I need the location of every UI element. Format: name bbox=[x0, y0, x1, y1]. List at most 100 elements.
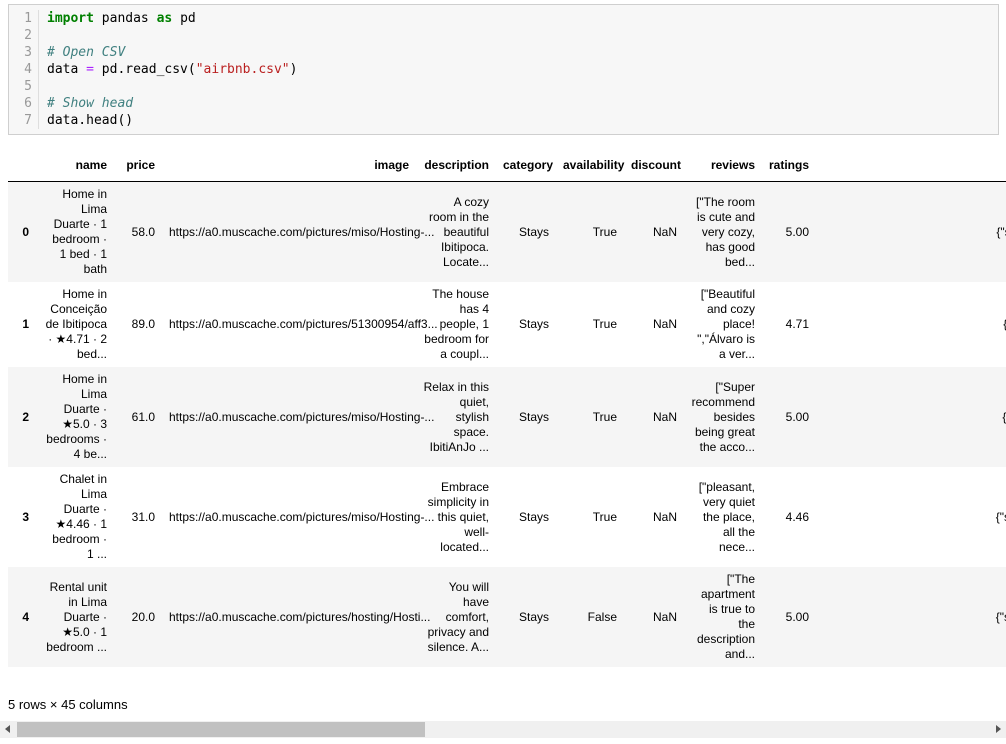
cell-seller: {"seller_id":"418191044","url":"htt bbox=[816, 467, 1006, 567]
code-token: ) bbox=[290, 62, 298, 77]
scroll-left-arrow-icon[interactable] bbox=[5, 725, 10, 733]
column-header-category: category bbox=[496, 152, 556, 182]
column-header-reviews: reviews bbox=[684, 152, 762, 182]
column-header-seller bbox=[816, 152, 1006, 182]
cell-name: Home in Conceição de Ibitipoca · ★4.71 ·… bbox=[36, 282, 114, 367]
cell-availability: True bbox=[556, 367, 624, 467]
header-row: name price image description category av… bbox=[8, 152, 1006, 182]
cell-reviews: ["Beautiful and cozy place! ","Álvaro is… bbox=[684, 282, 762, 367]
code-text bbox=[39, 78, 47, 95]
cell-discount: NaN bbox=[624, 367, 684, 467]
code-text: import pandas as pd bbox=[39, 10, 196, 27]
cell-availability: True bbox=[556, 282, 624, 367]
notebook-page: 1 import pandas as pd 2 3 # Open CSV 4 d… bbox=[0, 0, 1006, 744]
code-line: 5 bbox=[9, 78, 998, 95]
table-row: 2 Home in Lima Duarte · ★5.0 · 3 bedroom… bbox=[8, 367, 1006, 467]
column-header-price: price bbox=[114, 152, 162, 182]
cell-category: Stays bbox=[496, 567, 556, 667]
cell-ratings: 4.71 bbox=[762, 282, 816, 367]
code-line: 1 import pandas as pd bbox=[9, 10, 998, 27]
column-header-ratings: ratings bbox=[762, 152, 816, 182]
cell-reviews: ["pleasant, very quiet the place, all th… bbox=[684, 467, 762, 567]
cell-discount: NaN bbox=[624, 282, 684, 367]
cell-image: https://a0.muscache.com/pictures/5130095… bbox=[162, 282, 416, 367]
column-header-discount: discount bbox=[624, 152, 684, 182]
cell-seller: {"seller_id":"163849595","url":"htt bbox=[816, 567, 1006, 667]
cell-price: 20.0 bbox=[114, 567, 162, 667]
code-text: data = pd.read_csv("airbnb.csv") bbox=[39, 61, 297, 78]
cell-seller: {"seller_id":"21165970","url":"htt bbox=[816, 282, 1006, 367]
line-number: 4 bbox=[9, 61, 39, 78]
column-header-name: name bbox=[36, 152, 114, 182]
line-number: 7 bbox=[9, 112, 39, 129]
code-text: # Open CSV bbox=[39, 44, 125, 61]
row-index: 1 bbox=[8, 282, 36, 367]
column-header-index bbox=[8, 152, 36, 182]
line-number: 3 bbox=[9, 44, 39, 61]
code-token: pd.read_csv( bbox=[94, 62, 196, 77]
cell-reviews: ["Super recommend besides being great th… bbox=[684, 367, 762, 467]
cell-discount: NaN bbox=[624, 182, 684, 283]
line-number: 6 bbox=[9, 95, 39, 112]
dataframe-output: name price image description category av… bbox=[8, 152, 1006, 667]
column-header-availability: availability bbox=[556, 152, 624, 182]
code-token: data.head() bbox=[47, 113, 133, 128]
cell-category: Stays bbox=[496, 182, 556, 283]
dataframe-table: name price image description category av… bbox=[8, 152, 1006, 667]
code-text: data.head() bbox=[39, 112, 133, 129]
horizontal-scrollbar[interactable] bbox=[0, 721, 1006, 738]
row-index: 0 bbox=[8, 182, 36, 283]
row-index: 2 bbox=[8, 367, 36, 467]
code-token: pandas bbox=[94, 11, 157, 26]
line-number: 1 bbox=[9, 10, 39, 27]
keyword-token: as bbox=[157, 11, 173, 26]
cell-discount: NaN bbox=[624, 467, 684, 567]
cell-name: Home in Lima Duarte · 1 bedroom · 1 bed … bbox=[36, 182, 114, 283]
table-row: 1 Home in Conceição de Ibitipoca · ★4.71… bbox=[8, 282, 1006, 367]
operator-token: = bbox=[86, 62, 94, 77]
cell-name: Rental unit in Lima Duarte · ★5.0 · 1 be… bbox=[36, 567, 114, 667]
cell-availability: True bbox=[556, 182, 624, 283]
cell-price: 31.0 bbox=[114, 467, 162, 567]
cell-price: 89.0 bbox=[114, 282, 162, 367]
column-header-image: image bbox=[162, 152, 416, 182]
cell-image: https://a0.muscache.com/pictures/miso/Ho… bbox=[162, 467, 416, 567]
row-index: 3 bbox=[8, 467, 36, 567]
comment-token: # Open CSV bbox=[47, 45, 125, 60]
line-number: 5 bbox=[9, 78, 39, 95]
scrollbar-thumb[interactable] bbox=[17, 722, 425, 737]
cell-availability: False bbox=[556, 567, 624, 667]
cell-ratings: 5.00 bbox=[762, 367, 816, 467]
scroll-right-arrow-icon[interactable] bbox=[996, 725, 1001, 733]
cell-category: Stays bbox=[496, 282, 556, 367]
keyword-token: import bbox=[47, 11, 94, 26]
code-line: 6 # Show head bbox=[9, 95, 998, 112]
code-text: # Show head bbox=[39, 95, 133, 112]
cell-category: Stays bbox=[496, 367, 556, 467]
cell-name: Chalet in Lima Duarte · ★4.46 · 1 bedroo… bbox=[36, 467, 114, 567]
comment-token: # Show head bbox=[47, 96, 133, 111]
code-line: 7 data.head() bbox=[9, 112, 998, 129]
cell-ratings: 5.00 bbox=[762, 182, 816, 283]
cell-reviews: ["The apartment is true to the descripti… bbox=[684, 567, 762, 667]
row-index: 4 bbox=[8, 567, 36, 667]
cell-ratings: 5.00 bbox=[762, 567, 816, 667]
code-token: pd bbox=[172, 11, 195, 26]
cell-name: Home in Lima Duarte · ★5.0 · 3 bedrooms … bbox=[36, 367, 114, 467]
line-number: 2 bbox=[9, 27, 39, 44]
cell-reviews: ["The room is cute and very cozy, has go… bbox=[684, 182, 762, 283]
cell-image: https://a0.muscache.com/pictures/miso/Ho… bbox=[162, 367, 416, 467]
cell-image: https://a0.muscache.com/pictures/hosting… bbox=[162, 567, 416, 667]
cell-seller: {"seller_id":"1481040","url":"https bbox=[816, 182, 1006, 283]
code-text bbox=[39, 27, 47, 44]
table-row: 4 Rental unit in Lima Duarte · ★5.0 · 1 … bbox=[8, 567, 1006, 667]
cell-price: 58.0 bbox=[114, 182, 162, 283]
cell-ratings: 4.46 bbox=[762, 467, 816, 567]
dataframe-dimensions: 5 rows × 45 columns bbox=[8, 697, 128, 712]
cell-seller: {"seller_id":"54262408","url":"htt bbox=[816, 367, 1006, 467]
code-token: data bbox=[47, 62, 86, 77]
column-header-description: description bbox=[416, 152, 496, 182]
code-cell[interactable]: 1 import pandas as pd 2 3 # Open CSV 4 d… bbox=[8, 4, 999, 135]
cell-availability: True bbox=[556, 467, 624, 567]
code-line: 3 # Open CSV bbox=[9, 44, 998, 61]
